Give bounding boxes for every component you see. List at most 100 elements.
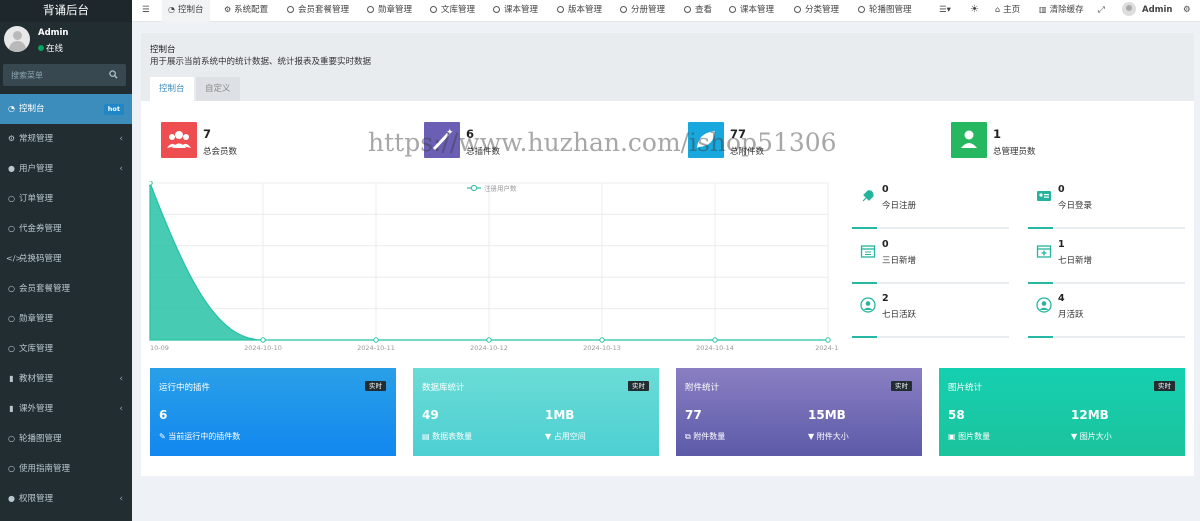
- sidebar-item-general[interactable]: ⚙ 常规管理 ‹: [0, 124, 132, 154]
- tab-list-dropdown[interactable]: ☰▾: [939, 0, 951, 22]
- card-running-plugins: 运行中的插件 实时 6 ✎ 当前运行中的插件数: [150, 368, 396, 456]
- dashboard-icon: ◔: [168, 5, 175, 14]
- tab-versions[interactable]: 版本管理: [557, 0, 602, 22]
- x-tick-label: 2024-10-13: [583, 344, 621, 352]
- sidebar-item-medals[interactable]: ○ 勋章管理: [0, 304, 132, 334]
- x-tick-label: 2024-10-11: [357, 344, 395, 352]
- card-value: 49: [422, 408, 439, 422]
- circle-icon: ○: [8, 224, 15, 233]
- chevron-left-icon: ‹: [119, 374, 123, 384]
- code-icon: </>: [6, 254, 23, 263]
- sidebar-search: [3, 64, 126, 86]
- page-title: 控制台: [150, 45, 176, 55]
- sidebar-item-textbooks[interactable]: ▮ 教材管理 ‹: [0, 364, 132, 394]
- mini-stat-label: 七日新增: [1058, 256, 1093, 266]
- card-value: 1MB: [545, 408, 575, 422]
- home-icon: ⌂: [995, 5, 1001, 14]
- clear-cache-button[interactable]: ▥ 清除缓存: [1039, 0, 1084, 22]
- sidebar-item-guide[interactable]: ○ 使用指南管理: [0, 454, 132, 484]
- sidebar-item-redeem-codes[interactable]: </>兑换码管理: [0, 244, 132, 274]
- mini-stat-label: 三日新增: [882, 256, 917, 266]
- legend-marker: [470, 184, 478, 192]
- sidebar-menu: ◔ 控制台 hot ⚙ 常规管理 ‹ ● 用户管理 ‹ ○ 订单管理 ○ 代金券管理 </>兑换…: [0, 94, 132, 514]
- data-point: [486, 337, 492, 343]
- sidebar-item-extracurricular[interactable]: ▮ 课外管理 ‹: [0, 394, 132, 424]
- content-header: 控制台 用于展示当前系统中的统计数据、统计报表及重要实时数据 控制台 自定义: [141, 33, 1194, 101]
- theme-toggle[interactable]: ☀: [970, 0, 979, 22]
- progress-bar: [1028, 227, 1185, 229]
- settings-button[interactable]: ⚙: [1183, 0, 1191, 22]
- user-circle-icon: ●: [8, 164, 15, 173]
- sidebar-item-users[interactable]: ● 用户管理 ‹: [0, 154, 132, 184]
- tab-dashboard-panel[interactable]: 控制台: [150, 77, 194, 101]
- sidebar-item-permissions[interactable]: ● 权限管理 ‹: [0, 484, 132, 514]
- user-panel: Admin 在线: [0, 22, 132, 62]
- progress-bar: [1028, 336, 1185, 338]
- x-tick-label: 10-09: [150, 344, 169, 352]
- filter-icon: ▼: [1071, 432, 1080, 441]
- magic-wand-icon: ✦: [424, 122, 460, 158]
- tab-library[interactable]: 文库管理: [430, 0, 475, 22]
- card-label: ▼ 占用空间: [545, 432, 586, 441]
- tab-textbooks[interactable]: 课本管理: [493, 0, 538, 22]
- sidebar-item-orders[interactable]: ○ 订单管理: [0, 184, 132, 214]
- content-panel: 控制台 用于展示当前系统中的统计数据、统计报表及重要实时数据 控制台 自定义 7…: [141, 33, 1194, 476]
- fullscreen-button[interactable]: ⤢: [1098, 0, 1105, 22]
- legend-label: 注册用户数: [484, 184, 517, 193]
- trash-icon: ▥: [1039, 5, 1047, 14]
- tab-custom[interactable]: 自定义: [196, 77, 240, 101]
- mini-stat-label: 今日注册: [882, 201, 917, 211]
- mini-stat-value: 4: [1058, 293, 1065, 304]
- sidebar: 背诵后台 Admin 在线 ◔控制台hot ⚙常规管理‹ ●用户管理‹ ○订单管…: [0, 0, 132, 521]
- search-input[interactable]: [3, 64, 103, 86]
- card-value: 77: [685, 408, 702, 422]
- chevron-left-icon: ‹: [119, 134, 123, 144]
- mini-stat-value: 0: [882, 184, 889, 195]
- menu-toggle-icon[interactable]: ☰: [142, 0, 150, 22]
- mini-stat-three-day-new: 0 三日新增: [852, 236, 1009, 284]
- tab-membership[interactable]: 会员套餐管理: [287, 0, 349, 22]
- tab-system-config[interactable]: ⚙ 系统配置: [224, 0, 268, 22]
- home-link[interactable]: ⌂ 主页: [995, 0, 1020, 22]
- sidebar-item-vouchers[interactable]: ○ 代金券管理: [0, 214, 132, 244]
- tab-carousel[interactable]: 轮播图管理: [858, 0, 912, 22]
- tab-view[interactable]: 查看: [684, 0, 712, 22]
- sidebar-item-library[interactable]: ○ 文库管理: [0, 334, 132, 364]
- chevron-left-icon: ‹: [119, 494, 123, 504]
- card-label: ▣ 图片数量: [948, 432, 991, 441]
- mini-stat-seven-day-active: 2 七日活跃: [852, 290, 1009, 338]
- top-nav: ☰ ◔ 控制台 ⚙ 系统配置 会员套餐管理 勋章管理 文库管理 课本管理 版本管理 …: [132, 0, 1200, 22]
- online-dot-icon: [38, 45, 44, 51]
- stat-value: 77: [730, 127, 747, 141]
- chevron-left-icon: ‹: [119, 404, 123, 414]
- brand-logo[interactable]: 背诵后台: [0, 0, 132, 22]
- circle-icon: [858, 6, 865, 13]
- search-icon[interactable]: [109, 70, 118, 79]
- circle-icon: ○: [8, 194, 15, 203]
- users-icon: ●: [8, 494, 15, 503]
- tab-categories[interactable]: 分类管理: [794, 0, 839, 22]
- tab-volumes[interactable]: 分册管理: [620, 0, 665, 22]
- mini-stat-value: 0: [882, 239, 889, 250]
- calendar-plus-icon: [1036, 245, 1052, 258]
- mini-stat-today-login: 0 今日登录: [1028, 181, 1185, 229]
- card-image-stats: 图片统计 实时 58 ▣ 图片数量 12MB ▼ 图片大小: [939, 368, 1185, 456]
- leaf-icon: [688, 122, 724, 158]
- mini-stat-value: 1: [1058, 239, 1065, 250]
- tab-medals[interactable]: 勋章管理: [367, 0, 412, 22]
- data-point: [599, 337, 605, 343]
- mini-stat-monthly-active: 4 月活跃: [1028, 290, 1185, 338]
- sidebar-item-membership[interactable]: ○ 会员套餐管理: [0, 274, 132, 304]
- sidebar-item-dashboard[interactable]: ◔ 控制台 hot: [0, 94, 132, 124]
- tab-textbooks-2[interactable]: 课本管理: [729, 0, 774, 22]
- x-tick-label: 2024-10-10: [244, 344, 282, 352]
- mini-stat-today-register: 0 今日注册: [852, 181, 1009, 229]
- card-title: 运行中的插件: [159, 383, 211, 393]
- realtime-badge: 实时: [891, 381, 912, 391]
- tab-dashboard[interactable]: ◔ 控制台: [162, 0, 210, 22]
- sidebar-item-carousel[interactable]: ○ 轮播图管理: [0, 424, 132, 454]
- user-menu[interactable]: Admin: [1122, 0, 1173, 22]
- realtime-badge: 实时: [628, 381, 649, 391]
- circle-icon: ○: [8, 284, 15, 293]
- x-tick-label: 2024-1(: [815, 344, 839, 352]
